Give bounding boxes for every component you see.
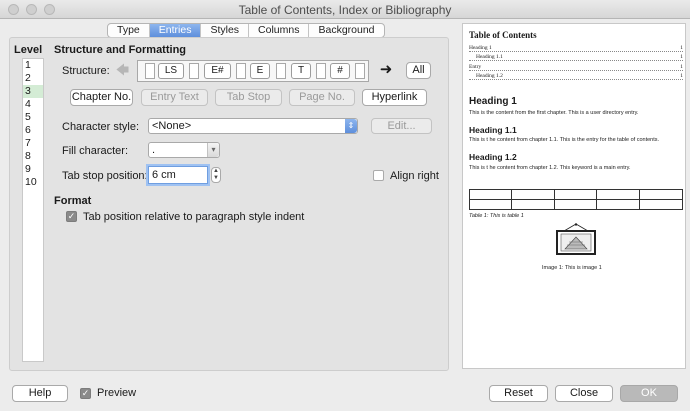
relative-indent-label: Tab position relative to paragraph style… xyxy=(83,211,305,223)
tab-stop-button: Tab Stop xyxy=(215,89,282,106)
scroll-right-arrow-icon[interactable]: ➜ xyxy=(376,61,396,79)
preview-table xyxy=(469,189,683,210)
structure-text-field[interactable] xyxy=(145,63,155,79)
help-button[interactable]: Help xyxy=(12,385,68,402)
token-chapter-number[interactable]: E# xyxy=(204,63,231,79)
token-link-start[interactable]: LS xyxy=(158,63,184,79)
title-bar: Table of Contents, Index or Bibliography xyxy=(0,0,690,19)
token-page-number[interactable]: # xyxy=(330,63,350,79)
window-title: Table of Contents, Index or Bibliography xyxy=(238,3,452,17)
character-style-label: Character style: xyxy=(62,121,140,133)
preview-heading-1: Heading 1 xyxy=(469,96,517,107)
preview-paragraph: This is t he content from chapter 1.1. T… xyxy=(469,137,660,143)
scroll-left-arrow-icon[interactable]: 🡄 xyxy=(114,62,131,78)
tab-styles[interactable]: Styles xyxy=(201,24,250,37)
level-item[interactable]: 6 xyxy=(23,124,43,137)
preview-heading-1-1: Heading 1.1 xyxy=(469,125,517,135)
preview-toc-entry: Heading 1.2 1 xyxy=(469,73,683,80)
tab-stop-position-label: Tab stop position: xyxy=(62,170,148,182)
tab-columns[interactable]: Columns xyxy=(249,24,310,37)
preview-checkbox[interactable]: ✓ xyxy=(80,388,91,399)
tab-entries[interactable]: Entries xyxy=(149,24,202,37)
level-item[interactable]: 4 xyxy=(23,98,43,111)
structure-text-field[interactable] xyxy=(355,63,365,79)
structure-heading: Structure and Formatting xyxy=(54,44,187,56)
level-item-selected[interactable]: 3 xyxy=(23,85,43,98)
preview-label: Preview xyxy=(97,387,137,399)
align-right-checkbox[interactable] xyxy=(373,170,384,181)
structure-text-field[interactable] xyxy=(236,63,246,79)
chevron-down-icon: ▾ xyxy=(207,143,219,157)
ok-button[interactable]: OK xyxy=(620,385,678,402)
level-item[interactable]: 1 xyxy=(23,59,43,72)
entry-text-button: Entry Text xyxy=(141,89,208,106)
structure-text-field[interactable] xyxy=(316,63,326,79)
align-right-label: Align right xyxy=(390,170,439,182)
preview-toc-entry: Heading 1.1 1 xyxy=(469,54,683,61)
close-button[interactable]: Close xyxy=(555,385,613,402)
all-button[interactable]: All xyxy=(406,62,431,79)
character-style-select[interactable]: <None> ⇕ xyxy=(148,118,358,134)
level-list[interactable]: 1 2 3 4 5 6 7 8 9 10 xyxy=(22,58,44,362)
tab-type[interactable]: Type xyxy=(108,24,150,37)
preview-paragraph: This is the content from the first chapt… xyxy=(469,110,639,116)
token-entry-text[interactable]: E xyxy=(250,63,270,79)
preview-heading-1-2: Heading 1.2 xyxy=(469,152,517,162)
preview-toc-entry: Entry 1 xyxy=(469,64,683,71)
preview-paragraph: This is t he content from chapter 1.2. T… xyxy=(469,165,631,171)
edit-style-button: Edit... xyxy=(371,118,432,134)
structure-text-field[interactable] xyxy=(189,63,199,79)
page-no-button: Page No. xyxy=(289,89,355,106)
fill-character-value: . xyxy=(152,144,156,156)
preview-table-caption: Table 1: This is table 1 xyxy=(469,213,524,219)
level-item[interactable]: 8 xyxy=(23,150,43,163)
reset-button[interactable]: Reset xyxy=(489,385,548,402)
hyperlink-button[interactable]: Hyperlink xyxy=(362,89,427,106)
level-item[interactable]: 5 xyxy=(23,111,43,124)
tab-background[interactable]: Background xyxy=(309,24,383,37)
preview-toc-title: Table of Contents xyxy=(469,30,537,40)
document-preview: Table of Contents Heading 11 Heading 1.1… xyxy=(462,23,686,369)
level-item[interactable]: 2 xyxy=(23,72,43,85)
tab-stop-stepper[interactable]: ▲ ▼ xyxy=(211,167,221,183)
level-item[interactable]: 7 xyxy=(23,137,43,150)
preview-toc-entry: Heading 11 xyxy=(469,45,683,52)
relative-indent-checkbox[interactable]: ✓ xyxy=(66,211,77,222)
character-style-value: <None> xyxy=(152,120,192,132)
structure-text-field[interactable] xyxy=(276,63,286,79)
tab-bar: Type Entries Styles Columns Background xyxy=(107,23,385,38)
fill-character-select[interactable]: . ▾ xyxy=(148,142,220,158)
token-tab-stop[interactable]: T xyxy=(291,63,311,79)
tab-stop-position-input[interactable]: 6 cm xyxy=(148,166,208,184)
level-item[interactable]: 9 xyxy=(23,163,43,176)
level-heading: Level xyxy=(14,44,43,56)
chapter-no-button[interactable]: Chapter No. xyxy=(70,89,133,106)
level-item[interactable]: 10 xyxy=(23,176,43,189)
structure-label: Structure: xyxy=(62,65,110,77)
format-heading: Format xyxy=(54,195,92,207)
preview-image-caption: Image 1: This is image 1 xyxy=(542,265,602,271)
dialog-footer: Help ✓ Preview Reset Close OK xyxy=(0,378,690,411)
fill-character-label: Fill character: xyxy=(62,145,129,157)
updown-chevron-icon: ⇕ xyxy=(345,119,357,133)
framed-picture-icon xyxy=(556,223,596,255)
